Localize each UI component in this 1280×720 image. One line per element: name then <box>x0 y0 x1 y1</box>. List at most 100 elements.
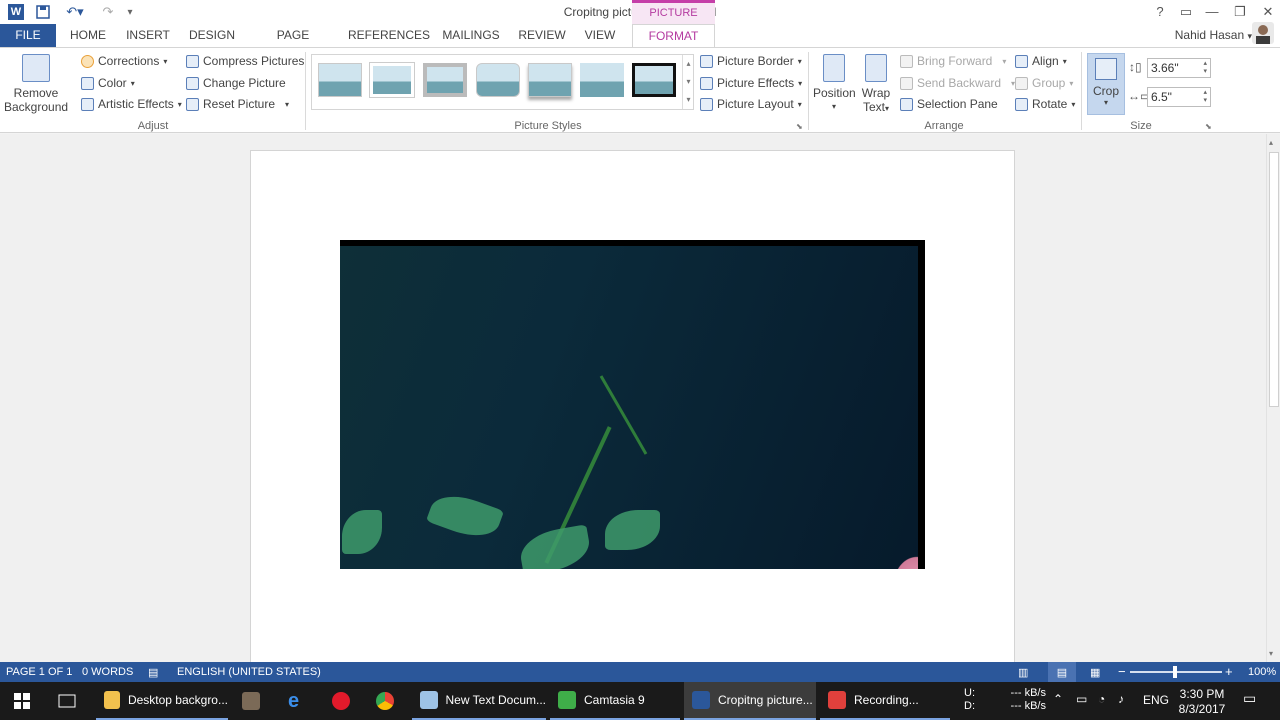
rotate-button[interactable]: Rotate ▾ <box>1015 97 1075 111</box>
word-count[interactable]: 0 WORDS <box>82 666 133 678</box>
wrap-text-button[interactable]: Wrap Text▾ <box>859 54 893 116</box>
picture-border-button[interactable]: Picture Border ▾ <box>700 54 802 68</box>
size-dialog-launcher-icon[interactable]: ⬊ <box>1205 122 1212 131</box>
format-picture-dialog-launcher-icon[interactable]: ⬊ <box>796 122 803 131</box>
picture-style-thumb[interactable] <box>528 63 572 97</box>
scroll-down-icon[interactable]: ▾ <box>1269 649 1273 658</box>
picture-style-thumb[interactable] <box>370 63 414 97</box>
taskbar-item-edge[interactable]: e <box>280 682 316 720</box>
taskbar-item-photo-app[interactable] <box>234 682 270 720</box>
send-backward-label: Send Backward <box>917 76 1002 90</box>
remove-background-button[interactable]: Remove Background <box>4 54 68 114</box>
picture-style-thumb[interactable] <box>423 63 467 97</box>
align-button[interactable]: Align ▾ <box>1015 54 1067 68</box>
tab-references[interactable]: REFERENCES <box>348 24 430 47</box>
help-button[interactable]: ? <box>1148 3 1172 21</box>
wifi-icon[interactable]: ◔ <box>1098 693 1105 706</box>
change-picture-button[interactable]: Change Picture <box>186 76 286 90</box>
picture-style-thumb-selected[interactable] <box>632 63 676 97</box>
web-layout-icon[interactable]: ▦ <box>1090 666 1100 679</box>
picture-border-icon <box>700 54 713 68</box>
volume-icon[interactable]: ♪ <box>1118 693 1124 706</box>
crop-button[interactable]: Crop ▾ <box>1087 53 1125 115</box>
picture-effects-label: Picture Effects <box>717 76 795 90</box>
zoom-out-button[interactable]: − <box>1118 664 1126 679</box>
read-mode-icon[interactable]: ▥ <box>1018 666 1028 679</box>
windows-taskbar: Desktop backgro... e New Text Docum... C… <box>0 682 1280 720</box>
minimize-button[interactable]: — <box>1200 3 1224 21</box>
user-name[interactable]: Nahid Hasan ▾ <box>1175 24 1252 47</box>
crop-handle-right[interactable] <box>918 240 925 569</box>
taskbar-item-chrome[interactable] <box>368 682 404 720</box>
shape-height-field[interactable]: 3.66" ▴ ▾ <box>1147 58 1211 78</box>
position-button[interactable]: Position ▾ <box>813 54 856 114</box>
tab-insert[interactable]: INSERT <box>124 24 172 47</box>
color-icon <box>81 76 94 90</box>
group-label: Group <box>1032 76 1066 90</box>
tab-mailings[interactable]: MAILINGS <box>438 24 504 47</box>
picture-style-thumb[interactable] <box>318 63 362 97</box>
artistic-effects-button[interactable]: Artistic Effects ▾ <box>81 97 182 111</box>
vertical-scrollbar[interactable]: ▴ ▾ <box>1266 134 1280 662</box>
crop-handle-top[interactable] <box>340 240 925 246</box>
tab-review[interactable]: REVIEW <box>516 24 568 47</box>
close-button[interactable]: ✕ <box>1256 3 1280 21</box>
rose-picture[interactable] <box>340 240 925 569</box>
stem-shape <box>599 375 648 455</box>
action-center-icon[interactable]: ▭ <box>1243 691 1256 705</box>
taskbar-item-recording[interactable]: Recording... <box>820 682 950 720</box>
avatar[interactable] <box>1252 22 1274 44</box>
picture-layout-button[interactable]: Picture Layout ▾ <box>700 97 802 111</box>
zoom-slider-knob[interactable] <box>1173 666 1177 678</box>
group-button[interactable]: Group ▾ <box>1015 76 1073 90</box>
bring-forward-button[interactable]: Bring Forward ▾ <box>900 54 1006 68</box>
picture-effects-button[interactable]: Picture Effects ▾ <box>700 76 802 90</box>
reset-picture-button[interactable]: Reset Picture ▾ <box>186 97 289 111</box>
proofing-icon[interactable]: ▤ <box>148 666 158 679</box>
crop-icon <box>1095 58 1117 80</box>
ribbon-display-options-icon[interactable]: ▭ <box>1174 3 1198 21</box>
tab-view[interactable]: VIEW <box>580 24 620 47</box>
shape-height-icon: ↕▯ <box>1129 60 1142 74</box>
tab-format[interactable]: FORMAT <box>632 24 715 47</box>
tab-home[interactable]: HOME <box>64 24 112 47</box>
scroll-up-icon[interactable]: ▴ <box>1269 138 1273 147</box>
picture-style-thumb[interactable] <box>580 63 624 97</box>
shape-width-field[interactable]: 6.5" ▴ ▾ <box>1147 87 1211 107</box>
scrollbar-thumb[interactable] <box>1269 152 1279 407</box>
gallery-scroll-arrows-icon[interactable]: ▴ ▾ ▾ <box>682 55 694 109</box>
page-count[interactable]: PAGE 1 OF 1 <box>6 666 72 678</box>
zoom-level[interactable]: 100% <box>1248 666 1276 678</box>
color-button[interactable]: Color ▾ <box>81 76 135 90</box>
taskbar-item-camtasia[interactable]: Camtasia 9 <box>550 682 680 720</box>
language-status[interactable]: ENGLISH (UNITED STATES) <box>177 666 321 678</box>
tab-file[interactable]: FILE <box>0 24 56 47</box>
print-layout-icon[interactable]: ▤ <box>1048 662 1076 682</box>
zoom-in-button[interactable]: + <box>1225 664 1233 679</box>
start-button[interactable] <box>6 682 40 720</box>
picture-style-thumb[interactable] <box>476 63 520 97</box>
show-hidden-icons-icon[interactable]: ⌃ <box>1053 693 1063 706</box>
taskbar-item-opera[interactable] <box>324 682 360 720</box>
selection-pane-icon <box>900 97 913 111</box>
input-language[interactable]: ENG <box>1143 694 1169 707</box>
rotate-icon <box>1015 97 1028 111</box>
power-icon[interactable]: ▭ <box>1076 693 1087 706</box>
corrections-label: Corrections <box>98 54 160 68</box>
shape-height-value: 3.66" <box>1151 61 1179 75</box>
restore-button[interactable]: ❐ <box>1228 3 1252 21</box>
taskbar-item-desktop-background[interactable]: Desktop backgro... <box>96 682 228 720</box>
leaf-shape <box>517 524 593 569</box>
compress-pictures-icon <box>186 54 199 68</box>
tab-design[interactable]: DESIGN <box>186 24 238 47</box>
system-clock[interactable]: 3:30 PM 8/3/2017 <box>1178 687 1226 717</box>
picture-styles-gallery: ▴ ▾ ▾ <box>311 54 694 110</box>
task-view-button[interactable] <box>50 682 86 720</box>
taskbar-item-new-text-document[interactable]: New Text Docum... <box>412 682 546 720</box>
tab-page-layout[interactable]: PAGE LAYOUT <box>252 24 334 64</box>
corrections-button[interactable]: Corrections ▾ <box>81 54 167 68</box>
compress-pictures-button[interactable]: Compress Pictures <box>186 54 304 68</box>
send-backward-button[interactable]: Send Backward ▾ <box>900 76 1015 90</box>
selection-pane-button[interactable]: Selection Pane <box>900 97 998 111</box>
taskbar-item-word[interactable]: Cropitng picture... <box>684 682 816 720</box>
